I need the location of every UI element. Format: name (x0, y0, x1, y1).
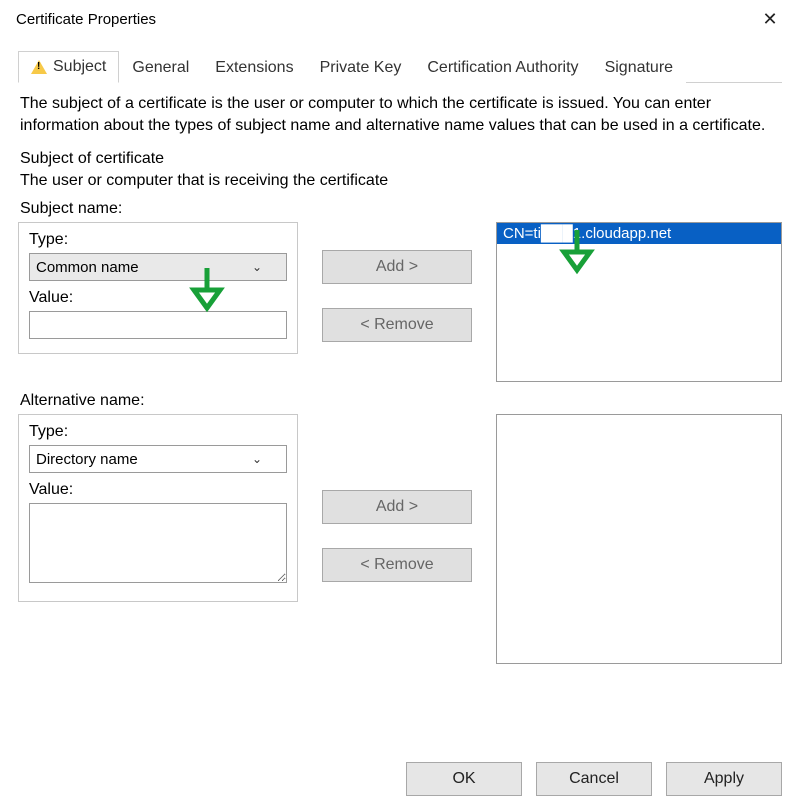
warning-icon (31, 60, 47, 74)
subject-value-label: Value: (29, 289, 287, 307)
cancel-button[interactable]: Cancel (536, 762, 652, 796)
certificate-properties-dialog: Certificate Properties ✕ Subject General… (0, 0, 800, 806)
dialog-footer: OK Cancel Apply (406, 762, 782, 796)
subject-remove-button[interactable]: < Remove (322, 308, 472, 342)
alt-add-label: Add > (376, 498, 418, 516)
tabstrip: Subject General Extensions Private Key C… (18, 50, 782, 83)
alt-name-listbox[interactable] (496, 414, 782, 664)
close-icon[interactable]: ✕ (750, 9, 790, 30)
subject-name-row: Type: Common name ⌄ Value: Add > < Remov… (18, 222, 782, 382)
alt-value-input[interactable] (29, 503, 287, 583)
tab-private-key[interactable]: Private Key (307, 52, 415, 83)
alt-remove-label: < Remove (360, 556, 433, 574)
window-title: Certificate Properties (16, 11, 156, 28)
tab-subject-label: Subject (53, 58, 106, 76)
ok-button[interactable]: OK (406, 762, 522, 796)
alt-type-label: Type: (29, 423, 287, 441)
alt-add-button[interactable]: Add > (322, 490, 472, 524)
subject-name-group: Type: Common name ⌄ Value: (18, 222, 298, 354)
titlebar: Certificate Properties ✕ (0, 0, 800, 36)
page-description: The subject of a certificate is the user… (20, 93, 780, 136)
subject-type-value: Common name (36, 259, 139, 276)
subject-add-button[interactable]: Add > (322, 250, 472, 284)
chevron-down-icon: ⌄ (252, 260, 262, 274)
section-hint: The user or computer that is receiving t… (20, 172, 780, 190)
tab-cert-authority[interactable]: Certification Authority (414, 52, 591, 83)
alt-name-group: Type: Directory name ⌄ Value: (18, 414, 298, 602)
chevron-down-icon: ⌄ (252, 452, 262, 466)
apply-button[interactable]: Apply (666, 762, 782, 796)
section-heading: Subject of certificate (20, 150, 780, 168)
alt-type-value: Directory name (36, 451, 138, 468)
alt-name-row: Type: Directory name ⌄ Value: Add > < Re… (18, 414, 782, 664)
subject-type-label: Type: (29, 231, 287, 249)
content-area: Subject General Extensions Private Key C… (0, 36, 800, 664)
ok-label: OK (452, 770, 475, 788)
list-item[interactable]: CN=ti███1.cloudapp.net (497, 223, 781, 244)
subject-remove-label: < Remove (360, 316, 433, 334)
subject-name-group-label: Subject name: (20, 200, 780, 218)
subject-value-input[interactable] (29, 311, 287, 339)
alt-type-select[interactable]: Directory name ⌄ (29, 445, 287, 473)
tab-general[interactable]: General (119, 52, 202, 83)
alt-name-group-label: Alternative name: (20, 392, 780, 410)
subject-type-select[interactable]: Common name ⌄ (29, 253, 287, 281)
alt-value-label: Value: (29, 481, 287, 499)
tab-cert-authority-label: Certification Authority (427, 59, 578, 76)
tab-general-label: General (132, 59, 189, 76)
apply-label: Apply (704, 770, 744, 788)
tab-signature[interactable]: Signature (592, 52, 687, 83)
alt-remove-button[interactable]: < Remove (322, 548, 472, 582)
subject-add-label: Add > (376, 258, 418, 276)
tab-extensions[interactable]: Extensions (202, 52, 306, 83)
subject-name-listbox[interactable]: CN=ti███1.cloudapp.net (496, 222, 782, 382)
tab-signature-label: Signature (605, 59, 674, 76)
tab-private-key-label: Private Key (320, 59, 402, 76)
cancel-label: Cancel (569, 770, 619, 788)
tab-subject[interactable]: Subject (18, 51, 119, 83)
tab-extensions-label: Extensions (215, 59, 293, 76)
